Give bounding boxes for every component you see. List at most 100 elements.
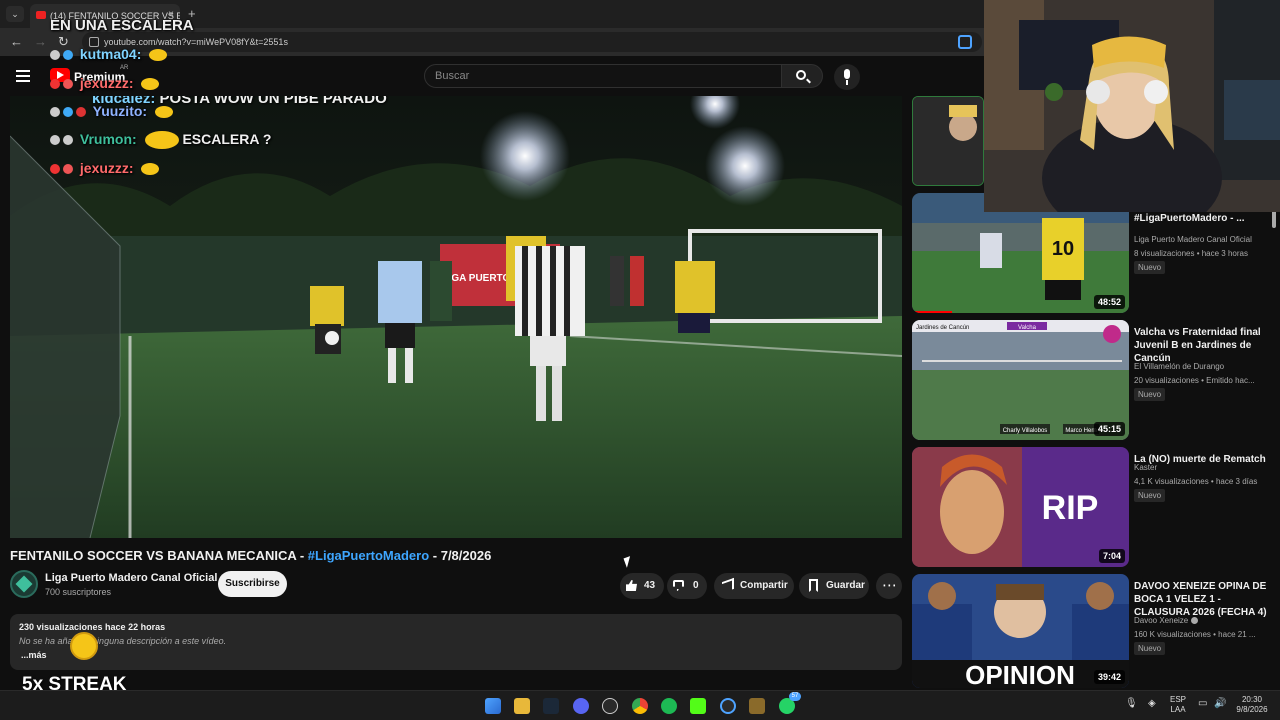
file-explorer-icon[interactable]	[514, 698, 530, 714]
player-name-label: Charly Villalobos	[1003, 428, 1048, 434]
sidebar-mini-thumbnail[interactable]	[912, 96, 984, 186]
thumbnail-image: RIP	[912, 447, 1129, 567]
recommendation-stats: 8 visualizaciones • hace 3 horas	[1134, 249, 1248, 258]
volume-tray-icon[interactable]: 🔊	[1214, 699, 1226, 709]
language-indicator[interactable]: ESP LAA	[1170, 695, 1186, 715]
recommendation-title[interactable]: DAVOO XENEIZE OPINA DE BOCA 1 VELEZ 1 - …	[1134, 580, 1270, 619]
recommendation-channel[interactable]: Davoo Xeneize	[1134, 616, 1199, 625]
chat-row: Vrumon: ESCALERA ?	[50, 131, 271, 150]
badge-icon	[63, 79, 73, 90]
emote-icon	[141, 163, 160, 176]
new-badge: Nuevo	[1134, 261, 1166, 274]
video-thumbnail[interactable]: Jardines de Cancún Valcha Charly Villalo…	[912, 320, 1129, 440]
more-actions-button[interactable]	[876, 573, 902, 599]
recommendation-channel[interactable]: Kaster	[1134, 463, 1157, 472]
sidebar-scrollbar[interactable]	[1272, 210, 1276, 228]
save-button[interactable]: Guardar	[799, 573, 869, 599]
search-button[interactable]	[781, 64, 823, 88]
like-button[interactable]: 43	[620, 573, 664, 599]
badge-icon	[50, 79, 60, 90]
tab-search-button[interactable]: ⌄	[6, 6, 24, 22]
channel-avatar[interactable]	[10, 570, 38, 598]
recommendation-title[interactable]: Valcha vs Fraternidad final Juvenil B en…	[1134, 326, 1270, 365]
video-thumbnail[interactable]: OPINION 39:42	[912, 574, 1129, 688]
recommendation-channel[interactable]: Liga Puerto Madero Canal Oficial	[1134, 235, 1252, 244]
show-more-link[interactable]: ...más	[21, 650, 47, 660]
new-badge: Nuevo	[1134, 388, 1166, 401]
chat-row: jexuzzz:	[50, 75, 160, 91]
search-input[interactable]: Buscar	[424, 64, 782, 88]
description-box[interactable]: 230 visualizaciones hace 22 horas No se …	[10, 614, 902, 670]
verified-icon	[1191, 617, 1199, 625]
hashtag-link[interactable]: #LigaPuertoMadero	[308, 548, 429, 563]
obs-icon[interactable]	[602, 698, 618, 714]
jersey-number: 10	[1052, 238, 1074, 260]
chat-row: jexuzzz:	[50, 160, 160, 176]
channel-name[interactable]: Liga Puerto Madero Canal Oficial	[45, 572, 217, 584]
emote-icon	[144, 131, 179, 150]
subscriber-count: 700 suscriptores	[45, 587, 112, 597]
thumbnail-text: RIP	[1042, 489, 1099, 527]
clock[interactable]: 20:30 9/8/2026	[1232, 695, 1272, 715]
share-arrow-icon	[722, 577, 734, 594]
thumbs-down-icon	[673, 580, 684, 591]
recommended-video[interactable]: Jardines de Cancún Valcha Charly Villalo…	[912, 320, 1280, 440]
network-tray-icon[interactable]: ◈	[1148, 699, 1156, 709]
url-field[interactable]: youtube.com/watch?v=miWePV08fY&t=2551s	[82, 32, 982, 52]
mouse-cursor	[623, 556, 634, 568]
title-text: FENTANILO SOCCER VS BANANA MECANICA -	[10, 548, 308, 563]
channel-name: Davoo Xeneize	[1134, 616, 1189, 625]
bookmark-icon	[809, 579, 818, 592]
steam-icon[interactable]	[543, 698, 559, 714]
subscribe-button[interactable]: Suscribirse	[218, 571, 287, 597]
badge-icon	[50, 50, 60, 61]
forward-arrow-icon[interactable]: →	[34, 34, 47, 49]
display-tray-icon[interactable]: ▭	[1198, 699, 1207, 709]
youtube-favicon-icon	[36, 11, 46, 19]
recommended-video[interactable]: RIP 7:04 La (NO) muerte de Rematch Kaste…	[912, 447, 1280, 567]
emote-icon	[141, 78, 160, 91]
chrome-icon[interactable]	[632, 698, 648, 714]
search-placeholder: Buscar	[435, 70, 470, 82]
dislike-button[interactable]: 0	[667, 573, 707, 599]
title-date: - 7/8/2026	[429, 548, 492, 563]
recommended-video[interactable]: OPINION 39:42 DAVOO XENEIZE OPINA DE BOC…	[912, 574, 1280, 688]
menu-icon[interactable]	[16, 70, 30, 82]
emote-icon	[154, 106, 173, 119]
back-arrow-icon[interactable]: ←	[10, 34, 23, 49]
badge-icon	[63, 50, 73, 61]
badge-icon	[63, 107, 73, 118]
duration-badge: 7:04	[1098, 549, 1125, 563]
country-code: AR	[120, 65, 129, 71]
spotify-icon[interactable]	[661, 698, 677, 714]
new-badge: Nuevo	[1134, 642, 1166, 655]
microphone-tray-icon[interactable]: 🎙	[1125, 699, 1138, 709]
video-thumbnail[interactable]: RIP 7:04	[912, 447, 1129, 567]
recommendation-channel[interactable]: El Villamelón de Durango	[1134, 362, 1224, 371]
chat-username: Vrumon:	[79, 131, 137, 147]
chat-row: Yuuzito:	[50, 103, 173, 119]
windows-start-icon[interactable]	[485, 698, 501, 714]
language-code: ESP	[1170, 695, 1187, 704]
extension-icon[interactable]	[958, 35, 972, 49]
duration-badge: 39:42	[1093, 670, 1125, 684]
share-label: Compartir	[740, 580, 788, 591]
streamer-webcam	[984, 0, 1280, 212]
mini-thumbnail-image	[913, 97, 983, 185]
microphone-icon[interactable]	[834, 64, 860, 90]
minecraft-icon[interactable]	[749, 698, 765, 714]
duration-badge: 48:52	[1093, 295, 1125, 309]
new-badge: Nuevo	[1134, 489, 1166, 502]
description-text: No se ha añadido ninguna descripción a e…	[19, 636, 227, 646]
badge-icon	[50, 135, 60, 146]
dislike-count: 0	[693, 580, 699, 591]
clock-date: 9/8/2026	[1236, 705, 1268, 714]
video-title: FENTANILO SOCCER VS BANANA MECANICA - #L…	[10, 548, 491, 563]
kick-icon[interactable]	[690, 698, 706, 714]
discord-icon[interactable]	[573, 698, 589, 714]
search-icon	[796, 70, 806, 80]
app-icon[interactable]	[720, 698, 736, 714]
recommendation-stats: 4,1 K visualizaciones • hace 3 días	[1134, 477, 1258, 486]
chat-username: jexuzzz:	[79, 75, 134, 91]
share-button[interactable]: Compartir	[714, 573, 794, 599]
